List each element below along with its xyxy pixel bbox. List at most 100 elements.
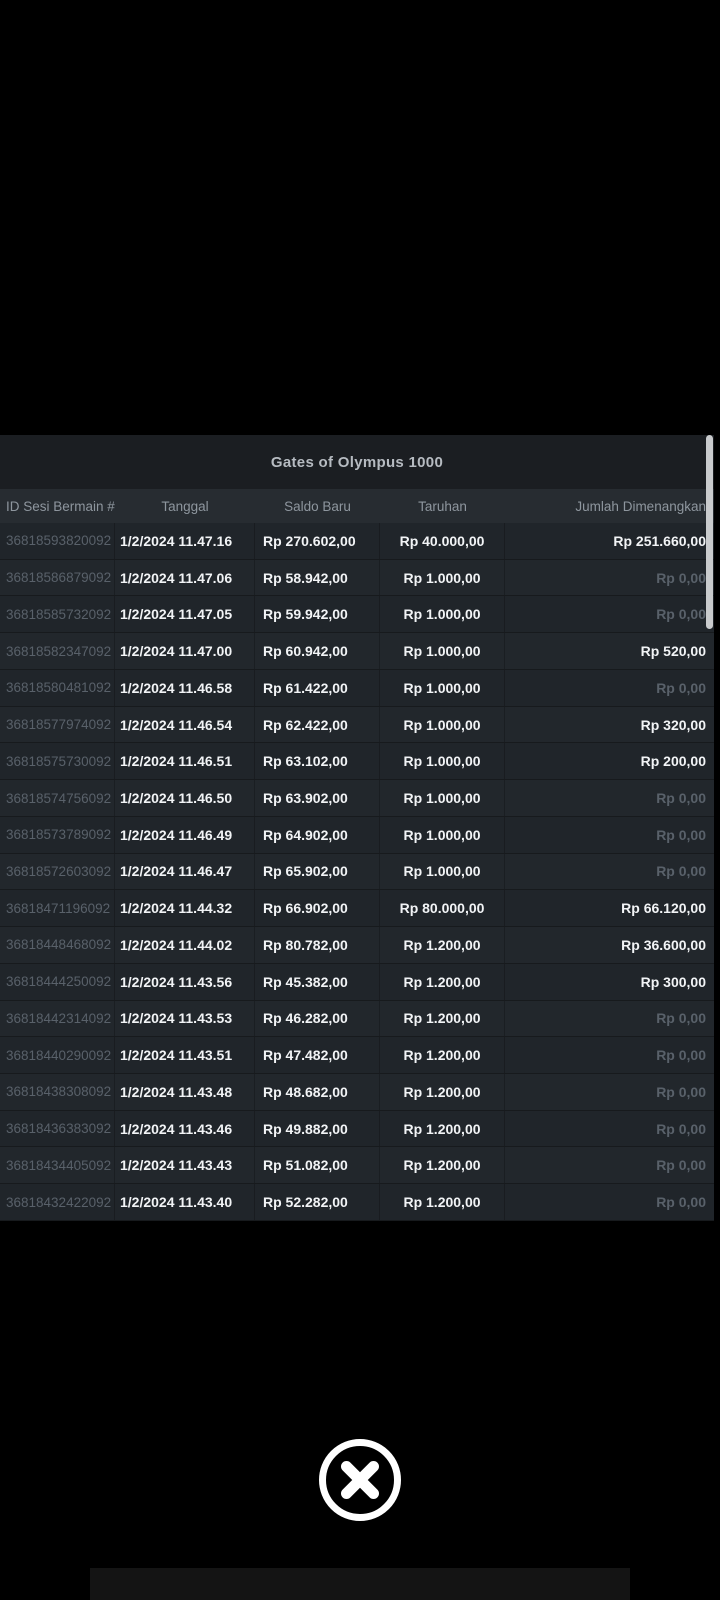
session-id-cell: 36818432422092 [0, 1184, 115, 1220]
game-history-modal: Gates of Olympus 1000 ID Sesi Bermain # … [0, 435, 714, 1221]
amount-won-cell: Rp 0,00 [656, 790, 706, 806]
amount-won-cell: Rp 251.660,00 [613, 532, 706, 549]
date-cell: 1/2/2024 11.43.53 [115, 1000, 255, 1037]
table-row: 36818582347092 1/2/2024 11.47.00 Rp 60.9… [0, 633, 714, 670]
session-id-cell: 36818586879092 [0, 559, 115, 596]
table-row: 36818593820092 1/2/2024 11.47.16 Rp 270.… [0, 523, 714, 560]
session-id-cell: 36818442314092 [0, 1000, 115, 1037]
bet-cell: Rp 80.000,00 [380, 890, 505, 927]
bet-cell: Rp 1.000,00 [380, 596, 505, 633]
close-button[interactable] [318, 1438, 402, 1522]
bet-cell: Rp 1.000,00 [380, 853, 505, 890]
new-balance-cell: Rp 52.282,00 [255, 1184, 380, 1220]
new-balance-cell: Rp 63.902,00 [255, 780, 380, 816]
table-row: 36818434405092 1/2/2024 11.43.43 Rp 51.0… [0, 1147, 714, 1185]
session-id-cell: 36818577974092 [0, 706, 115, 743]
table-row: 36818585732092 1/2/2024 11.47.05 Rp 59.9… [0, 596, 714, 634]
date-cell: 1/2/2024 11.46.49 [115, 816, 255, 853]
new-balance-cell: Rp 59.942,00 [255, 596, 380, 633]
table-row: 36818586879092 1/2/2024 11.47.06 Rp 58.9… [0, 559, 714, 597]
table-row: 36818432422092 1/2/2024 11.43.40 Rp 52.2… [0, 1184, 714, 1221]
date-cell: 1/2/2024 11.43.40 [115, 1184, 255, 1220]
session-id-cell: 36818575730092 [0, 743, 115, 780]
amount-won-cell: Rp 0,00 [656, 679, 706, 696]
table-row: 36818577974092 1/2/2024 11.46.54 Rp 62.4… [0, 706, 714, 744]
amount-won-cell: Rp 0,00 [656, 1010, 706, 1027]
date-cell: 1/2/2024 11.46.47 [115, 853, 255, 890]
new-balance-cell: Rp 62.422,00 [255, 706, 380, 743]
scrollbar-thumb[interactable] [706, 435, 713, 629]
column-header-session-id: ID Sesi Bermain # [6, 498, 115, 514]
amount-won-cell: Rp 0,00 [656, 826, 706, 843]
system-navigation-bar[interactable] [90, 1568, 630, 1600]
date-cell: 1/2/2024 11.46.58 [115, 669, 255, 706]
game-title: Gates of Olympus 1000 [270, 453, 444, 471]
table-row: 36818471196092 1/2/2024 11.44.32 Rp 66.9… [0, 890, 714, 928]
column-header-new-balance: Saldo Baru [284, 498, 351, 514]
amount-won-cell: Rp 0,00 [656, 1047, 706, 1064]
bet-cell: Rp 1.200,00 [380, 1110, 505, 1147]
bet-cell: Rp 1.000,00 [380, 633, 505, 669]
table-body[interactable]: 36818593820092 1/2/2024 11.47.16 Rp 270.… [0, 523, 714, 1221]
session-id-cell: 36818572603092 [0, 853, 115, 890]
table-row: 36818574756092 1/2/2024 11.46.50 Rp 63.9… [0, 780, 714, 817]
date-cell: 1/2/2024 11.46.54 [115, 706, 255, 743]
amount-won-cell: Rp 0,00 [656, 1157, 706, 1174]
table-row: 36818440290092 1/2/2024 11.43.51 Rp 47.4… [0, 1037, 714, 1075]
amount-won-cell: Rp 0,00 [656, 863, 706, 880]
session-id-cell: 36818582347092 [0, 633, 115, 669]
session-id-cell: 36818574756092 [0, 780, 115, 816]
new-balance-cell: Rp 63.102,00 [255, 743, 380, 780]
date-cell: 1/2/2024 11.43.43 [115, 1147, 255, 1184]
new-balance-cell: Rp 65.902,00 [255, 853, 380, 890]
bet-cell: Rp 1.200,00 [380, 1147, 505, 1184]
date-cell: 1/2/2024 11.47.06 [115, 559, 255, 596]
bet-cell: Rp 1.000,00 [380, 816, 505, 853]
table-row: 36818448468092 1/2/2024 11.44.02 Rp 80.7… [0, 927, 714, 964]
amount-won-cell: Rp 320,00 [640, 716, 706, 733]
date-cell: 1/2/2024 11.43.51 [115, 1037, 255, 1074]
bet-cell: Rp 1.000,00 [380, 780, 505, 816]
bet-cell: Rp 1.000,00 [380, 669, 505, 706]
bet-cell: Rp 40.000,00 [380, 523, 505, 559]
modal-title-bar: Gates of Olympus 1000 [0, 435, 714, 489]
new-balance-cell: Rp 60.942,00 [255, 633, 380, 669]
date-cell: 1/2/2024 11.43.48 [115, 1074, 255, 1110]
bet-cell: Rp 1.200,00 [380, 1000, 505, 1037]
date-cell: 1/2/2024 11.43.46 [115, 1110, 255, 1147]
amount-won-cell: Rp 0,00 [656, 1083, 706, 1100]
new-balance-cell: Rp 58.942,00 [255, 559, 380, 596]
table-row: 36818580481092 1/2/2024 11.46.58 Rp 61.4… [0, 669, 714, 707]
session-id-cell: 36818580481092 [0, 669, 115, 706]
date-cell: 1/2/2024 11.44.02 [115, 927, 255, 963]
bet-cell: Rp 1.200,00 [380, 963, 505, 1000]
new-balance-cell: Rp 48.682,00 [255, 1074, 380, 1110]
session-id-cell: 36818593820092 [0, 523, 115, 559]
new-balance-cell: Rp 61.422,00 [255, 669, 380, 706]
column-header-date: Tanggal [161, 498, 209, 514]
amount-won-cell: Rp 0,00 [656, 569, 706, 586]
new-balance-cell: Rp 80.782,00 [255, 927, 380, 963]
bet-cell: Rp 1.200,00 [380, 1037, 505, 1074]
new-balance-cell: Rp 270.602,00 [255, 523, 380, 559]
amount-won-cell: Rp 36.600,00 [621, 936, 706, 953]
session-id-cell: 36818573789092 [0, 816, 115, 853]
bet-cell: Rp 1.200,00 [380, 1184, 505, 1220]
session-id-cell: 36818585732092 [0, 596, 115, 633]
new-balance-cell: Rp 46.282,00 [255, 1000, 380, 1037]
amount-won-cell: Rp 300,00 [640, 973, 706, 990]
amount-won-cell: Rp 0,00 [656, 606, 706, 623]
column-header-bet: Taruhan [418, 498, 467, 514]
table-row: 36818438308092 1/2/2024 11.43.48 Rp 48.6… [0, 1074, 714, 1111]
column-header-amount-won: Jumlah Dimenangkan [575, 498, 706, 514]
table-row: 36818572603092 1/2/2024 11.46.47 Rp 65.9… [0, 853, 714, 891]
amount-won-cell: Rp 66.120,00 [621, 900, 706, 917]
date-cell: 1/2/2024 11.47.05 [115, 596, 255, 633]
table-row: 36818573789092 1/2/2024 11.46.49 Rp 64.9… [0, 816, 714, 854]
new-balance-cell: Rp 49.882,00 [255, 1110, 380, 1147]
bet-cell: Rp 1.200,00 [380, 927, 505, 963]
new-balance-cell: Rp 51.082,00 [255, 1147, 380, 1184]
session-id-cell: 36818444250092 [0, 963, 115, 1000]
bet-cell: Rp 1.000,00 [380, 706, 505, 743]
table-row: 36818436383092 1/2/2024 11.43.46 Rp 49.8… [0, 1110, 714, 1148]
